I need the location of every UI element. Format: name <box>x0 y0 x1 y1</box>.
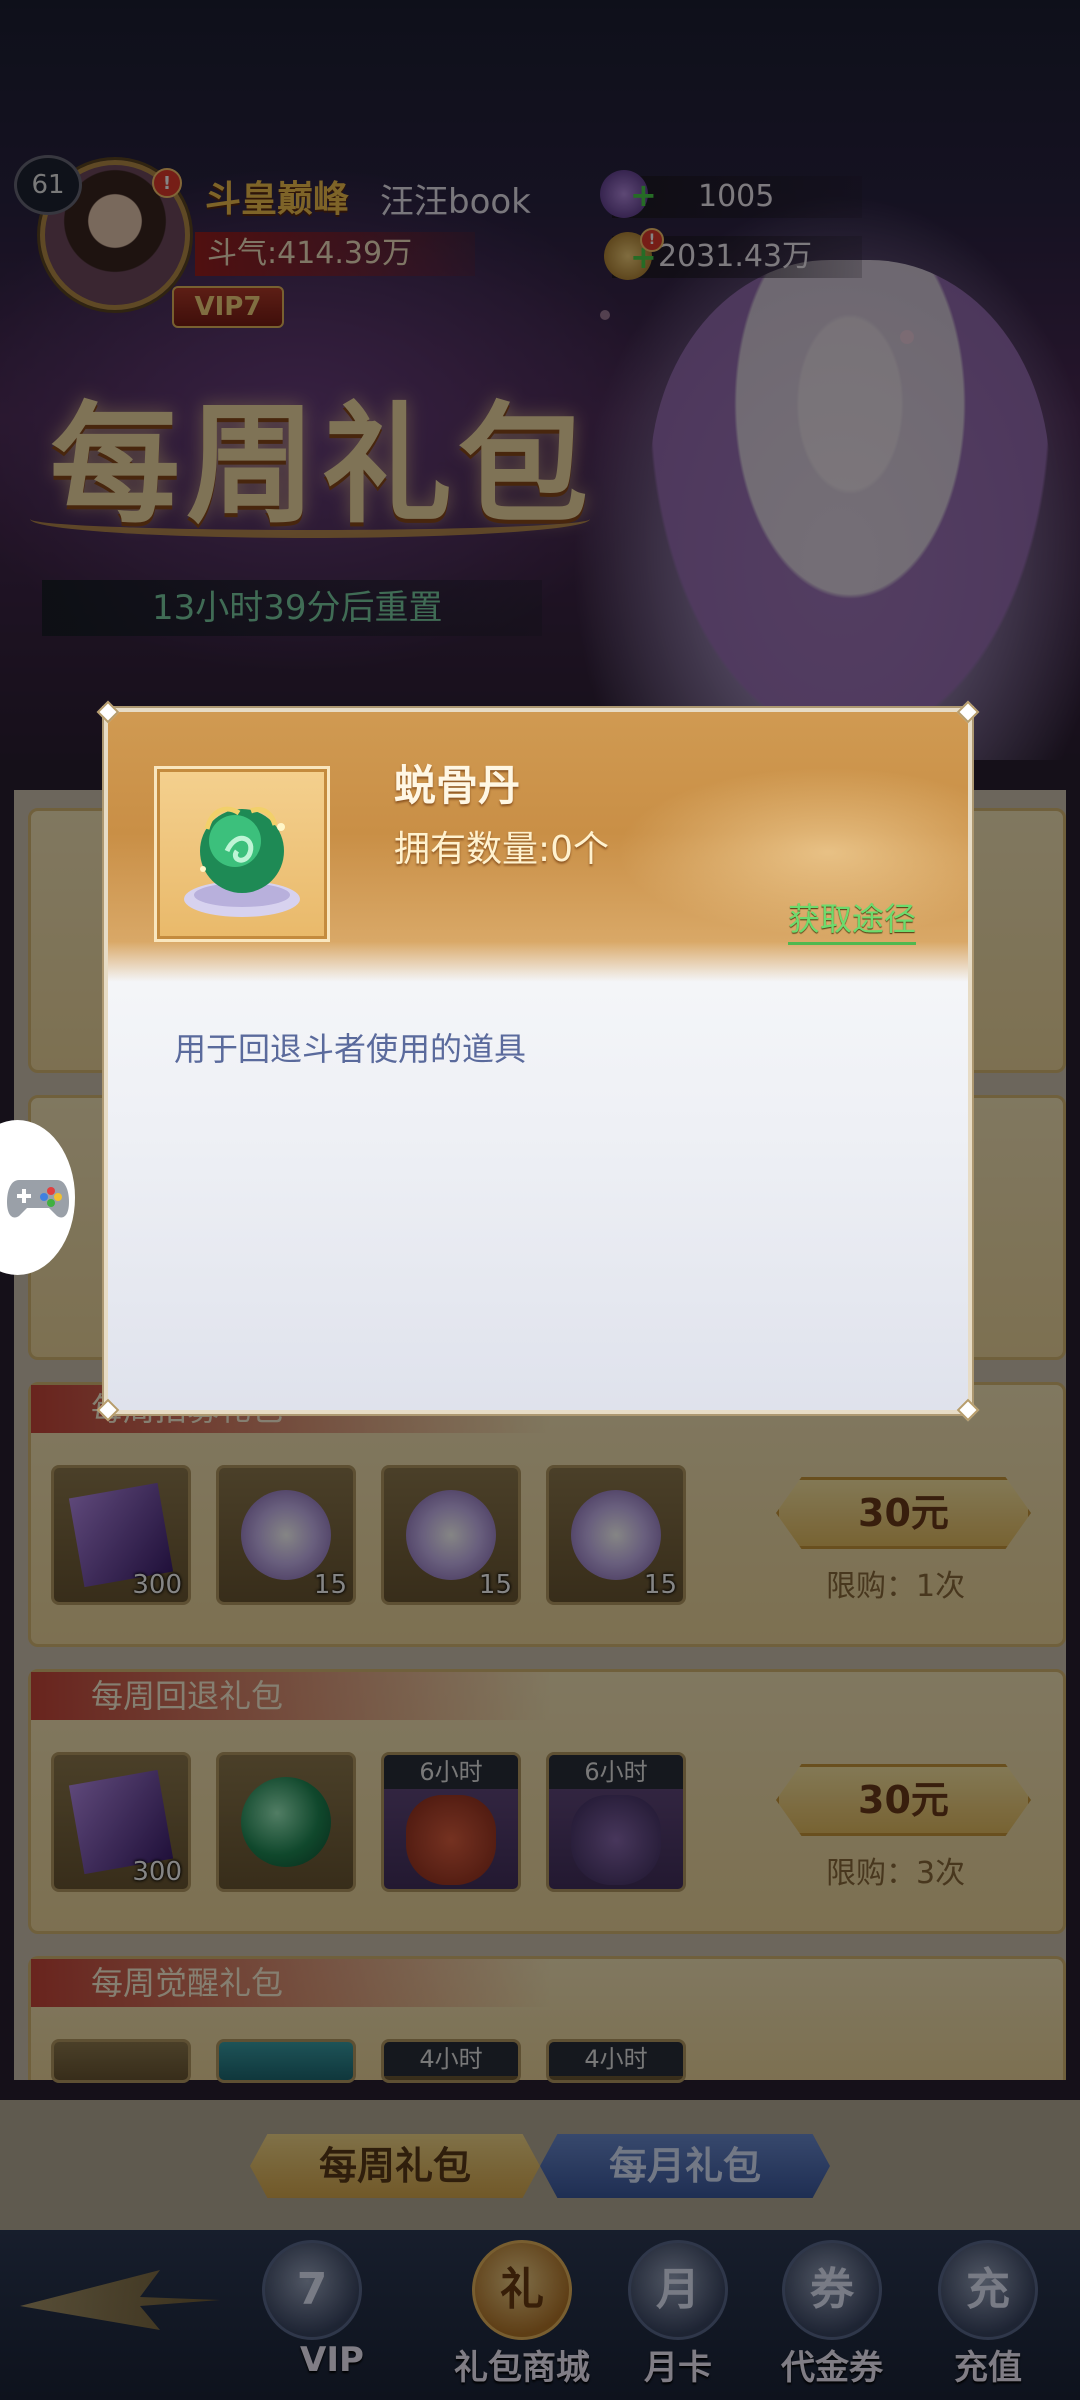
item-detail-modal: 蜕骨丹 拥有数量:0个 获取途径 用于回退斗者使用的道具 <box>96 700 980 1422</box>
game-screen: 61 ! VIP7 斗皇巅峰 汪汪book 斗气:414.39万 1005 + … <box>0 0 1080 2400</box>
item-icon-frame <box>154 766 330 942</box>
jade-pill-icon <box>184 806 300 917</box>
item-owned-count: 拥有数量:0个 <box>394 829 610 870</box>
acquire-method-link[interactable]: 获取途径 <box>788 894 917 945</box>
item-description: 用于回退斗者使用的道具 <box>174 1030 527 1068</box>
gamepad-icon <box>6 1179 69 1217</box>
item-name: 蜕骨丹 <box>394 761 521 810</box>
